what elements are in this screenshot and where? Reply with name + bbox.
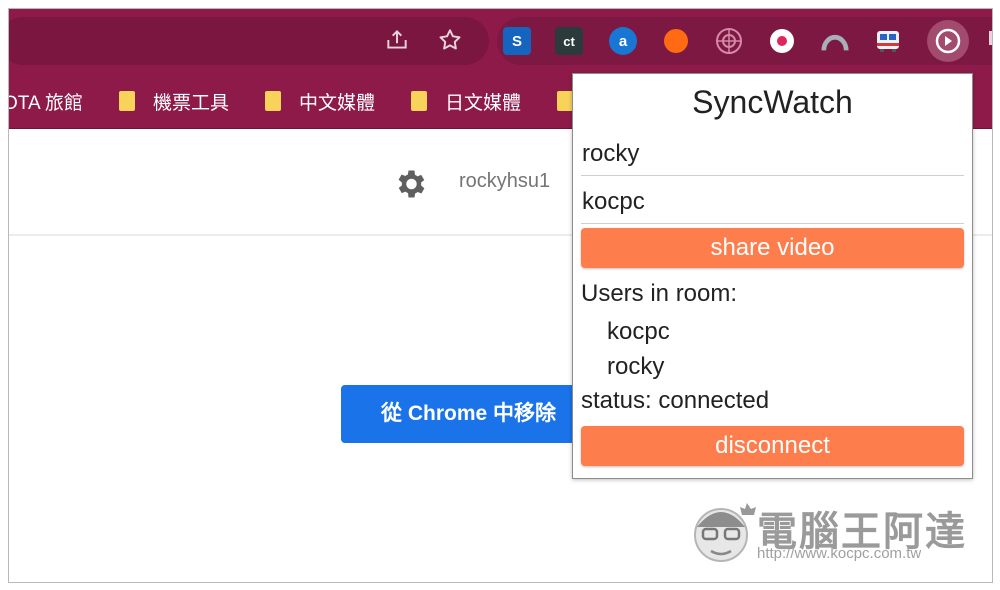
puzzle-extensions-icon[interactable]	[981, 27, 992, 55]
users-heading: Users in room:	[581, 280, 738, 307]
user-list-item: rocky	[607, 353, 665, 380]
record-extension-icon[interactable]	[768, 27, 796, 55]
mascot-logo-icon	[694, 503, 756, 562]
gear-icon[interactable]	[392, 166, 428, 202]
name-input[interactable]	[581, 132, 964, 176]
connection-status: status: connected	[581, 387, 770, 414]
bookmark-star-icon[interactable]	[436, 27, 464, 55]
folder-icon	[265, 91, 281, 111]
share-video-button[interactable]: share video	[581, 228, 964, 268]
watermark-url: http://www.kocpc.com.tw	[757, 545, 922, 562]
bookmark-label: 機票工具	[153, 92, 230, 114]
bookmark-label: 中文媒體	[299, 92, 376, 114]
remove-from-chrome-button[interactable]: 從 Chrome 中移除	[341, 385, 601, 443]
syncwatch-extension-icon[interactable]	[934, 27, 962, 55]
folder-icon	[557, 91, 573, 111]
bookmark-folder[interactable]: 機票工具	[119, 87, 229, 115]
account-username: rockyhsu1	[459, 170, 551, 192]
bookmark-label: 日文媒體	[445, 92, 522, 114]
flame-extension-icon[interactable]	[662, 27, 690, 55]
web-extension-icon[interactable]	[715, 27, 743, 55]
room-input[interactable]	[581, 180, 964, 224]
a-extension-icon[interactable]: a	[609, 27, 637, 55]
address-bar[interactable]	[9, 17, 489, 65]
browser-toolbar: S ct a	[9, 9, 992, 73]
train-extension-icon[interactable]	[874, 27, 902, 55]
syncwatch-popup: SyncWatch share video Users in room: koc…	[572, 73, 973, 479]
share-icon[interactable]	[383, 27, 411, 55]
watermark: 電腦王阿達 http://www.kocpc.com.tw	[687, 485, 977, 569]
disconnect-button[interactable]: disconnect	[581, 426, 964, 466]
bookmark-label: OTA 旅館	[8, 92, 83, 114]
popup-title: SyncWatch	[692, 84, 853, 120]
bookmark-folder[interactable]: 中文媒體	[265, 87, 375, 115]
folder-icon	[119, 91, 135, 111]
bookmark-item[interactable]: OTA 旅館	[8, 87, 83, 115]
arch-extension-icon[interactable]	[821, 27, 849, 55]
bookmark-folder[interactable]: 日文媒體	[411, 87, 521, 115]
folder-icon	[411, 91, 427, 111]
browser-window: S ct a OTA 旅館 機票工具 中文媒體 日文媒體 rockyhsu1 從…	[8, 8, 993, 583]
s-extension-icon[interactable]: S	[503, 27, 531, 55]
ct-extension-icon[interactable]: ct	[555, 27, 583, 55]
user-list-item: kocpc	[607, 318, 670, 345]
